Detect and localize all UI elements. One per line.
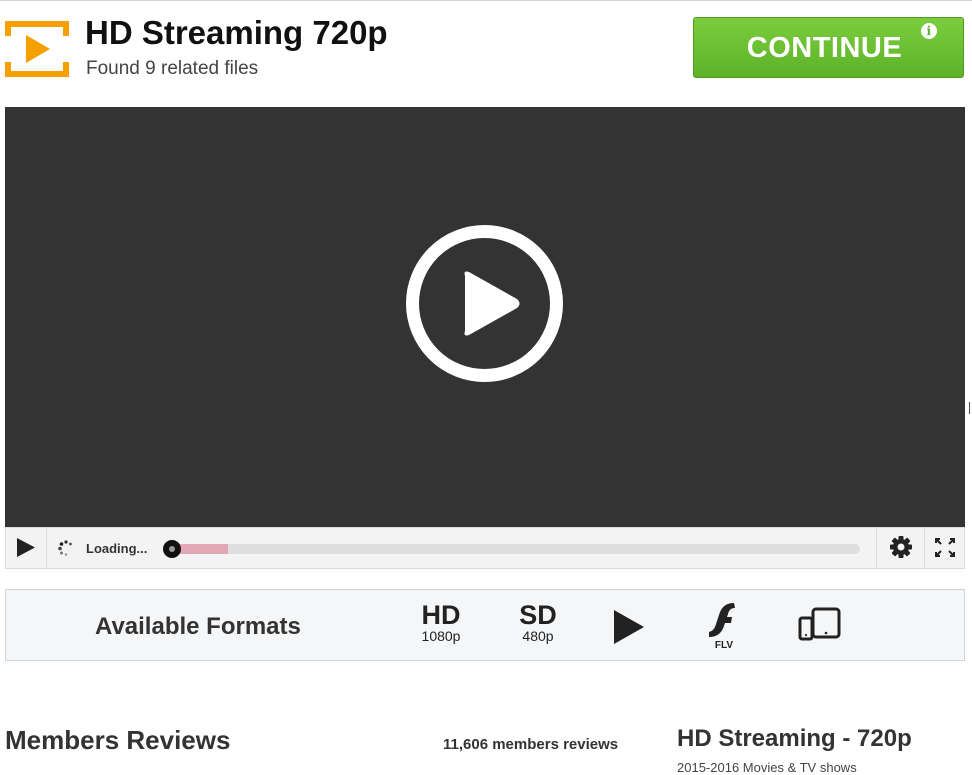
continue-button[interactable]: CONTINUE i [693, 17, 964, 78]
play-icon [17, 538, 35, 557]
side-title: HD Streaming - 720p [677, 725, 912, 752]
loading-spinner-icon [58, 540, 72, 556]
gear-icon [890, 536, 912, 558]
page-title: HD Streaming 720p [85, 14, 388, 51]
control-play-button[interactable] [6, 528, 47, 568]
fullscreen-icon [935, 538, 955, 557]
format-sd-label: SD [519, 600, 557, 630]
play-icon[interactable] [611, 608, 647, 646]
fullscreen-button[interactable] [924, 528, 965, 568]
format-hd-label: HD [421, 600, 461, 630]
flash-icon[interactable]: FLV [706, 600, 742, 650]
format-sd[interactable]: SD 480p [508, 600, 568, 644]
reviews-title: Members Reviews [5, 725, 231, 755]
circle-play-icon[interactable] [405, 224, 564, 383]
info-icon[interactable]: i [921, 23, 937, 39]
format-hd[interactable]: HD 1080p [411, 600, 471, 644]
settings-button[interactable] [876, 528, 925, 568]
continue-button-label: CONTINUE [746, 32, 903, 64]
play-bracket-logo-icon [5, 21, 69, 77]
page-subtitle: Found 9 related files [86, 58, 259, 79]
scroll-edge-mark [969, 402, 970, 414]
player-controls: Loading... [5, 527, 965, 569]
format-flv-label: FLV [715, 640, 733, 650]
progress-handle[interactable] [163, 540, 181, 558]
progress-track[interactable] [166, 544, 860, 554]
mobile-tablet-icon[interactable] [798, 607, 844, 641]
format-hd-resolution: 1080p [421, 628, 461, 644]
formats-label: Available Formats [95, 613, 301, 640]
format-sd-resolution: 480p [522, 628, 554, 644]
loading-text: Loading... [86, 541, 148, 556]
available-formats-bar: Available Formats HD 1080p SD 480p FLV [5, 589, 965, 661]
video-player[interactable] [5, 107, 965, 527]
reviews-count: 11,606 members reviews [443, 736, 619, 753]
